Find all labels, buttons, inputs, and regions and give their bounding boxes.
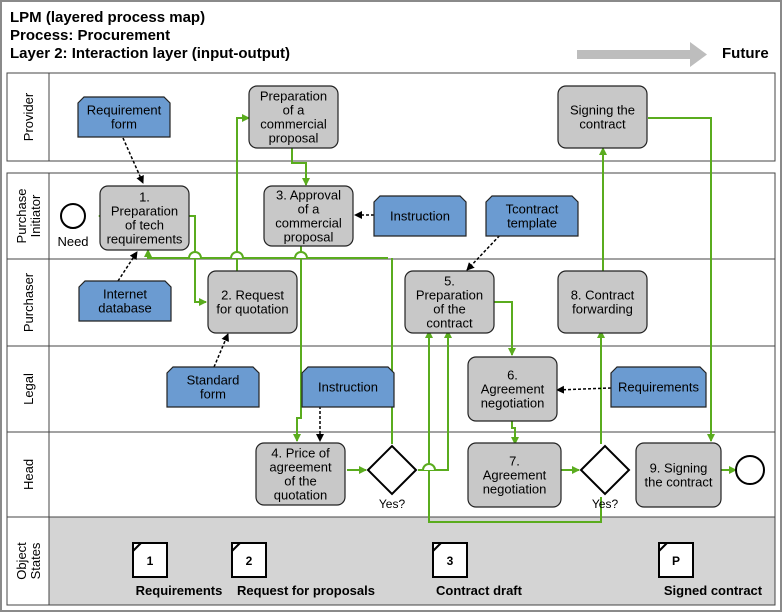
task-t4[interactable]: 4. Price ofagreementof thequotation	[255, 442, 346, 506]
lane-label-text: Purchase	[14, 189, 29, 244]
state-code: 1	[147, 554, 154, 568]
state-label: Signed contract	[664, 583, 763, 598]
state-label: Requirements	[136, 583, 223, 598]
document-label: template	[507, 216, 557, 231]
document-label: Internet	[103, 287, 147, 302]
task-tprov1[interactable]: Preparationof acommercialproposal	[248, 85, 339, 149]
document-label: form	[200, 387, 226, 402]
task-label: Agreement	[483, 468, 547, 483]
lane-label-object-states: Object States	[14, 542, 43, 580]
task-label: 2. Request	[221, 288, 284, 303]
task-label: negotiation	[481, 396, 545, 411]
document-d2[interactable]: Instruction	[373, 195, 467, 237]
task-label: proposal	[269, 131, 319, 146]
lane-label-legal: Legal	[21, 373, 36, 405]
task-label: contract	[579, 117, 626, 132]
task-label: Preparation	[416, 288, 483, 303]
document-label: Tcontract	[506, 202, 559, 217]
task-label: the contract	[645, 475, 713, 490]
task-t2[interactable]: 2. Requestfor quotation	[207, 270, 298, 334]
end-event[interactable]	[735, 455, 765, 485]
lane-label-text: States	[28, 542, 43, 579]
document-d4[interactable]: Internetdatabase	[78, 280, 172, 322]
state-label: Contract draft	[436, 583, 523, 598]
task-label: 8. Contract	[571, 288, 635, 303]
end-circle-icon	[735, 455, 765, 485]
task-label: 7.	[509, 454, 520, 469]
task-t5[interactable]: 5.Preparationof thecontract	[404, 270, 495, 334]
future-arrow-icon	[577, 42, 707, 67]
gateway-label: Yes?	[379, 497, 406, 511]
task-label: negotiation	[483, 482, 547, 497]
lane-label-purchase-initiator: Purchase Initiator	[14, 189, 43, 244]
lane-label-text: Initiator	[28, 194, 43, 237]
task-label: of a	[283, 103, 305, 118]
document-label: Requirement	[87, 103, 162, 118]
task-label: contract	[426, 316, 473, 331]
lane-label-text: Purchaser	[21, 272, 36, 332]
document-label: Instruction	[390, 209, 450, 224]
task-label: Agreement	[481, 382, 545, 397]
gateway-label: Yes?	[592, 497, 619, 511]
state-code: 3	[447, 554, 454, 568]
document-label: form	[111, 117, 137, 132]
task-label: 9. Signing	[650, 461, 708, 476]
task-label: 1.	[139, 190, 150, 205]
task-label: Preparation	[260, 89, 327, 104]
task-label: 5.	[444, 274, 455, 289]
task-label: proposal	[284, 230, 334, 245]
task-label: 4. Price of	[271, 446, 330, 461]
start-circle-icon	[60, 203, 86, 229]
task-t8[interactable]: 8. Contractforwarding	[557, 270, 648, 334]
task-t7[interactable]: 7.Agreementnegotiation	[467, 442, 562, 508]
document-d5[interactable]: Standardform	[166, 366, 260, 408]
task-label: for quotation	[216, 302, 288, 317]
task-label: commercial	[260, 117, 327, 132]
task-label: of the	[284, 474, 317, 489]
task-tprov2[interactable]: Signing thecontract	[557, 85, 648, 149]
task-t1[interactable]: 1.Preparationof techrequirements	[99, 185, 190, 251]
document-label: database	[98, 301, 152, 316]
state-code: 2	[246, 554, 253, 568]
task-t3[interactable]: 3. Approvalof acommercialproposal	[263, 185, 354, 247]
task-label: Signing the	[570, 103, 635, 118]
task-t9[interactable]: 9. Signingthe contract	[635, 442, 722, 508]
task-label: of the	[433, 302, 466, 317]
task-label: 3. Approval	[276, 188, 341, 203]
lane-label-provider: Provider	[21, 92, 36, 141]
lane-label-text: Legal	[21, 373, 36, 405]
task-label: Preparation	[111, 204, 178, 219]
lane-label-text: Head	[21, 459, 36, 490]
lane-label-text: Provider	[21, 92, 36, 141]
state-code: P	[672, 554, 680, 568]
task-label: agreement	[269, 460, 332, 475]
start-event-label: Need	[57, 234, 88, 249]
document-d1[interactable]: Requirementform	[77, 96, 171, 138]
document-d3[interactable]: Tcontracttemplate	[485, 195, 579, 237]
lane-label-head: Head	[21, 459, 36, 490]
task-label: requirements	[107, 232, 183, 247]
document-label: Instruction	[318, 380, 378, 395]
lane-label-purchaser: Purchaser	[21, 272, 36, 332]
process-map: Provider Purchase Initiator Purchaser Legal H…	[6, 42, 776, 606]
task-label: quotation	[274, 488, 328, 503]
task-t6[interactable]: 6.Agreementnegotiation	[467, 356, 558, 422]
task-label: 6.	[507, 368, 518, 383]
state-label: Request for proposals	[237, 583, 375, 598]
task-label: of tech	[125, 218, 164, 233]
document-d7[interactable]: Requirements	[610, 366, 707, 408]
lane-label-text: Object	[14, 542, 29, 580]
task-label: forwarding	[572, 302, 633, 317]
task-label: commercial	[275, 216, 342, 231]
task-label: of a	[298, 202, 320, 217]
document-label: Standard	[187, 373, 240, 388]
document-d6[interactable]: Instruction	[301, 366, 395, 408]
document-label: Requirements	[618, 380, 699, 395]
